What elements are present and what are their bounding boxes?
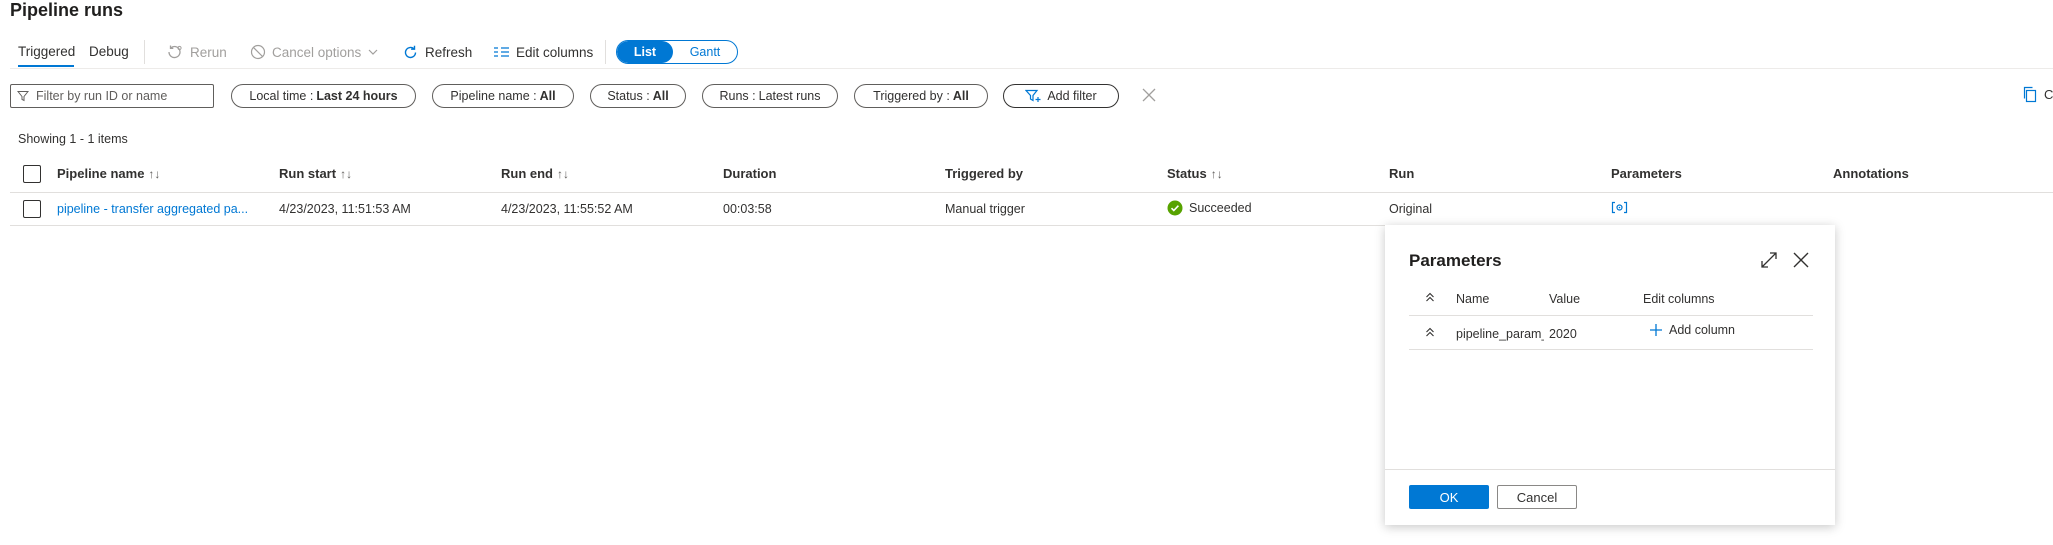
pill-value: All xyxy=(652,89,669,103)
close-icon[interactable] xyxy=(1793,252,1809,271)
status-label: Succeeded xyxy=(1189,201,1252,215)
tab-triggered[interactable]: Triggered xyxy=(18,44,75,59)
columns-icon xyxy=(494,47,509,57)
pill-value: All xyxy=(952,89,969,103)
filter-icon xyxy=(17,91,29,102)
pill-label: Triggered by : xyxy=(873,89,950,103)
param-name-cell: pipeline_param_fisc xyxy=(1456,327,1544,341)
cancel-button[interactable]: Cancel xyxy=(1497,485,1577,509)
rerun-icon xyxy=(168,45,182,59)
select-all-checkbox[interactable] xyxy=(23,165,41,183)
column-header-run-start[interactable]: Run start ↑↓ xyxy=(279,166,352,181)
parameters-icon[interactable] xyxy=(1611,201,1628,217)
copy-icon xyxy=(2023,86,2037,103)
collapse-row-icon[interactable] xyxy=(1425,326,1435,341)
active-tab-indicator xyxy=(18,65,74,67)
sort-icon: ↑↓ xyxy=(340,166,353,181)
param-row-divider xyxy=(1409,349,1813,350)
filter-pill-pipeline-name[interactable]: Pipeline name : All xyxy=(432,84,574,108)
add-filter-label: Add filter xyxy=(1047,89,1097,103)
edit-columns-label: Edit columns xyxy=(516,44,594,60)
filter-box xyxy=(10,84,214,108)
pill-label: Pipeline name : xyxy=(450,89,537,103)
toolbar-divider xyxy=(605,40,606,64)
cancel-options-button[interactable]: Cancel options xyxy=(250,41,379,63)
header-divider xyxy=(10,192,2053,193)
success-icon xyxy=(1167,200,1183,216)
column-header-duration: Duration xyxy=(723,166,777,181)
header-label: Run start xyxy=(279,166,337,181)
run-start-cell: 4/23/2023, 11:51:53 AM xyxy=(279,202,411,216)
parameters-panel: Parameters Name Value Edit columns pipel… xyxy=(1385,225,1835,525)
param-header-divider xyxy=(1409,315,1813,316)
header-label: Run end xyxy=(501,166,553,181)
cancel-icon xyxy=(250,44,266,60)
plus-icon xyxy=(1650,324,1662,336)
run-end-cell: 4/23/2023, 11:55:52 AM xyxy=(501,202,633,216)
sort-icon: ↑↓ xyxy=(557,166,569,181)
results-count: Showing 1 - 1 items xyxy=(18,132,128,146)
rerun-label: Rerun xyxy=(190,44,227,60)
refresh-button[interactable]: Refresh xyxy=(402,41,472,63)
sort-icon: ↑↓ xyxy=(1210,166,1223,181)
filter-pill-runs[interactable]: Runs : Latest runs xyxy=(702,84,838,108)
param-value-cell: 2020 xyxy=(1549,327,1577,341)
param-header-name: Name xyxy=(1456,292,1490,306)
filter-pill-local-time[interactable]: Local time : Last 24 hours xyxy=(231,84,416,108)
chevron-down-icon xyxy=(368,49,378,55)
status-cell: Succeeded xyxy=(1167,200,1252,216)
column-header-status[interactable]: Status ↑↓ xyxy=(1167,166,1223,181)
page-title: Pipeline runs xyxy=(10,0,124,20)
duration-cell: 00:03:58 xyxy=(723,202,772,216)
add-column-label: Add column xyxy=(1669,323,1736,337)
toolbar-divider-line xyxy=(10,68,2053,69)
add-filter-icon xyxy=(1025,89,1041,102)
pill-label: Status : xyxy=(607,89,650,103)
view-gantt-option[interactable]: Gantt xyxy=(673,41,737,63)
column-header-triggered-by: Triggered by xyxy=(945,166,1024,181)
column-header-run: Run xyxy=(1389,166,1415,181)
expand-icon[interactable] xyxy=(1760,251,1778,272)
collapse-all-icon[interactable] xyxy=(1425,291,1435,306)
copy-label: C xyxy=(2044,87,2053,102)
view-list-option[interactable]: List xyxy=(617,41,673,63)
param-header-value: Value xyxy=(1549,292,1581,306)
run-cell: Original xyxy=(1389,202,1433,216)
refresh-icon xyxy=(404,45,417,58)
column-header-run-end[interactable]: Run end ↑↓ xyxy=(501,166,569,181)
filter-input[interactable] xyxy=(34,88,208,104)
refresh-label: Refresh xyxy=(425,44,473,60)
pipeline-name-link[interactable]: pipeline - transfer aggregated pa... xyxy=(57,202,248,216)
copy-button[interactable]: C xyxy=(2022,86,2053,103)
sort-icon: ↑↓ xyxy=(148,166,161,181)
row-divider xyxy=(10,225,1385,226)
header-label: Status xyxy=(1167,166,1207,181)
panel-footer-divider xyxy=(1385,469,1835,470)
rerun-button[interactable]: Rerun xyxy=(166,41,227,63)
pill-label: Local time : xyxy=(249,89,314,103)
pill-value: Last 24 hours xyxy=(316,89,398,103)
column-header-parameters: Parameters xyxy=(1611,166,1682,181)
column-header-annotations: Annotations xyxy=(1833,166,1909,181)
add-column-button[interactable]: Add column xyxy=(1649,323,1735,337)
cancel-options-label: Cancel options xyxy=(272,44,362,60)
add-filter-button[interactable]: Add filter xyxy=(1003,84,1119,108)
param-edit-columns-link[interactable]: Edit columns xyxy=(1643,292,1715,306)
header-label: Pipeline name xyxy=(57,166,145,181)
tab-debug[interactable]: Debug xyxy=(89,44,129,59)
pill-label: Runs : xyxy=(719,89,756,103)
column-header-pipeline-name[interactable]: Pipeline name ↑↓ xyxy=(57,166,160,181)
triggered-by-cell: Manual trigger xyxy=(945,202,1025,216)
edit-columns-button[interactable]: Edit columns xyxy=(493,41,593,63)
filter-pill-triggered-by[interactable]: Triggered by : All xyxy=(854,84,988,108)
row-checkbox[interactable] xyxy=(23,200,41,218)
clear-filters-icon[interactable] xyxy=(1142,88,1156,105)
toolbar-divider xyxy=(144,40,145,64)
parameters-panel-title: Parameters xyxy=(1409,251,1502,270)
pill-value: All xyxy=(539,89,556,103)
ok-button[interactable]: OK xyxy=(1409,485,1489,509)
pill-value: Latest runs xyxy=(758,89,821,103)
view-toggle: List Gantt xyxy=(616,40,738,64)
filter-pill-status[interactable]: Status : All xyxy=(590,84,686,108)
